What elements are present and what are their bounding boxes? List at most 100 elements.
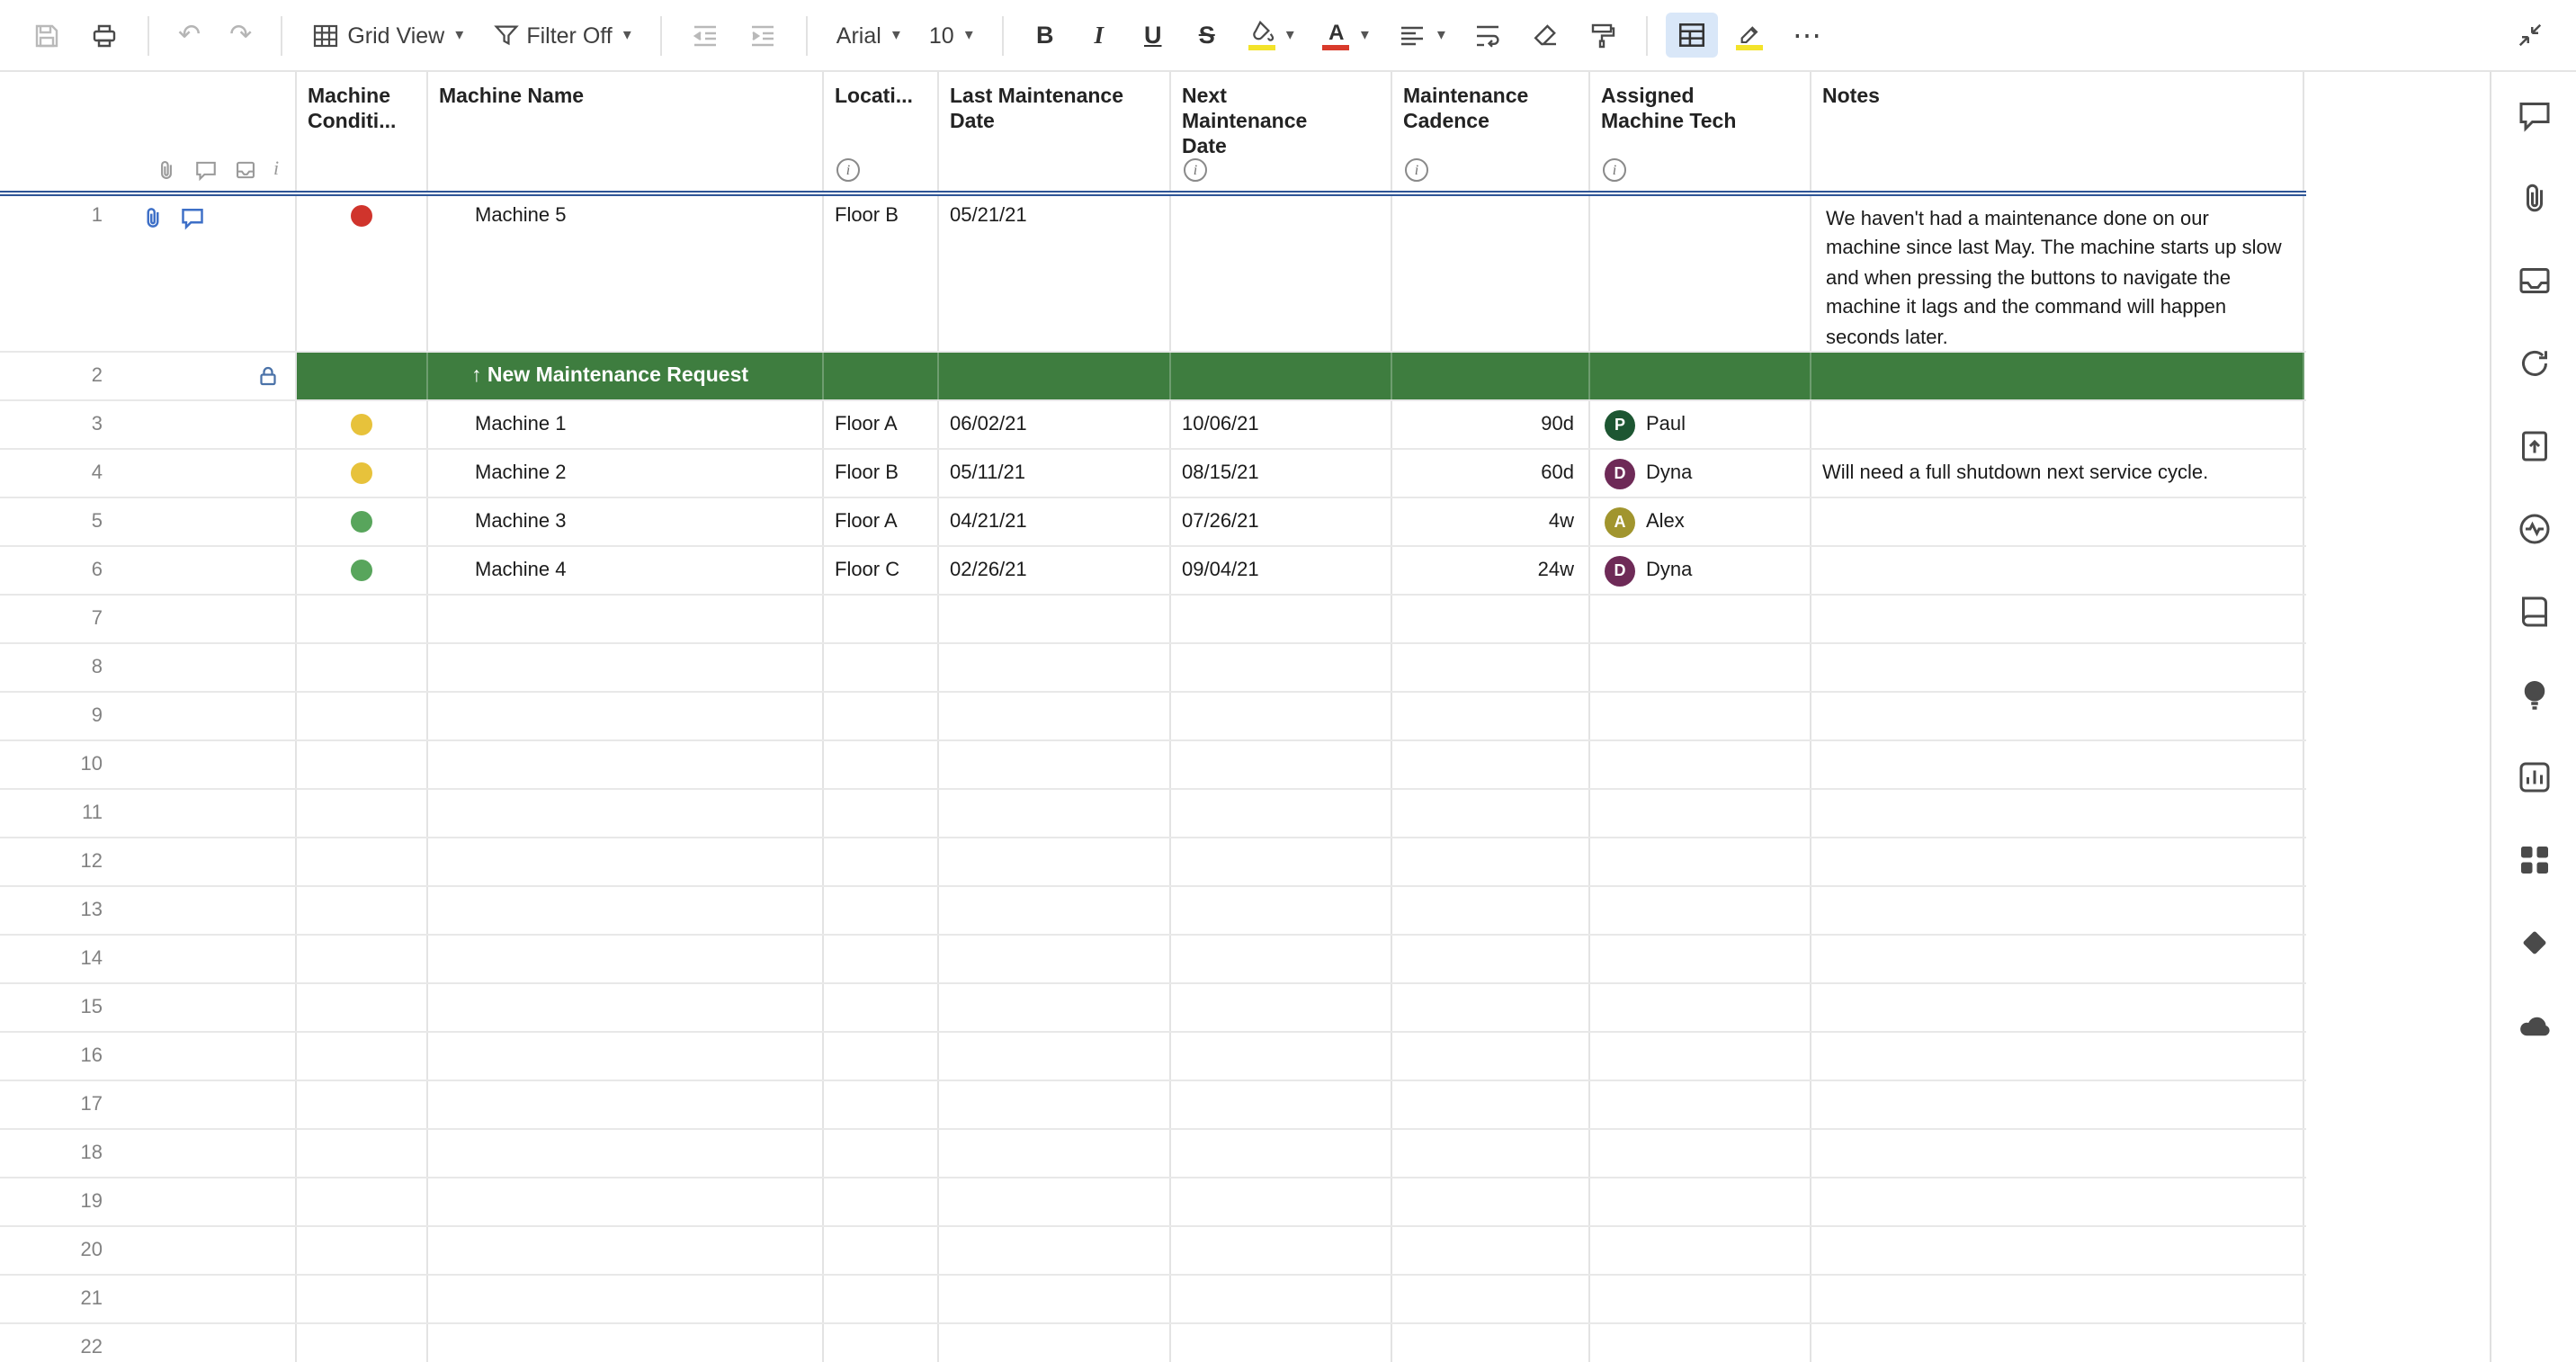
- empty-cell[interactable]: [1171, 644, 1392, 691]
- empty-cell[interactable]: [297, 1033, 428, 1080]
- empty-grid-row[interactable]: 13: [0, 887, 2306, 936]
- empty-cell[interactable]: [1811, 1130, 2304, 1177]
- empty-grid-row[interactable]: 16: [0, 1033, 2306, 1081]
- cell-machine-condition[interactable]: [297, 547, 428, 594]
- empty-cell[interactable]: [297, 887, 428, 934]
- empty-cell[interactable]: [428, 984, 824, 1031]
- underline-button[interactable]: U: [1130, 14, 1176, 56]
- empty-cell[interactable]: [824, 1324, 939, 1362]
- cell-notes[interactable]: We haven't had a maintenance done on our…: [1811, 196, 2304, 351]
- sheet-summary-button[interactable]: [2516, 594, 2552, 630]
- empty-cell[interactable]: [824, 693, 939, 739]
- info-icon[interactable]: i: [1184, 158, 1207, 182]
- empty-cell[interactable]: [1811, 838, 2304, 885]
- info-icon[interactable]: i: [1405, 158, 1428, 182]
- empty-cell[interactable]: [1171, 790, 1392, 837]
- empty-grid-row[interactable]: 8: [0, 644, 2306, 693]
- empty-cell[interactable]: [1811, 693, 2304, 739]
- empty-cell[interactable]: [1392, 838, 1590, 885]
- empty-cell[interactable]: [428, 1081, 824, 1128]
- grid-row-3[interactable]: 3 Machine 1 Floor A 06/02/21 10/06/21 90…: [0, 401, 2306, 450]
- column-header-maintenance-cadence[interactable]: Maintenance Cadence i: [1392, 72, 1590, 191]
- cell-notes[interactable]: [1811, 401, 2304, 448]
- empty-cell[interactable]: [1590, 1276, 1811, 1322]
- outdent-button[interactable]: [680, 13, 730, 57]
- grid-row-4[interactable]: 4 Machine 2 Floor B 05/11/21 08/15/21 60…: [0, 450, 2306, 498]
- empty-cell[interactable]: [824, 644, 939, 691]
- cell-last-maintenance-date[interactable]: 04/21/21: [939, 498, 1171, 545]
- empty-cell[interactable]: [1811, 1276, 2304, 1322]
- empty-cell[interactable]: [297, 936, 428, 982]
- column-header-notes[interactable]: Notes: [1811, 72, 2304, 191]
- save-button[interactable]: [22, 13, 72, 57]
- empty-cell[interactable]: [1171, 1081, 1392, 1128]
- banner-cell[interactable]: [939, 353, 1171, 399]
- row-header[interactable]: 3: [0, 401, 297, 448]
- cell-machine-condition[interactable]: [297, 498, 428, 545]
- cell-next-maintenance-date[interactable]: 07/26/21: [1171, 498, 1392, 545]
- attachments-button[interactable]: [2516, 180, 2552, 216]
- empty-grid-row[interactable]: 21: [0, 1276, 2306, 1324]
- empty-cell[interactable]: [824, 596, 939, 642]
- apps-button[interactable]: [2516, 842, 2552, 878]
- empty-grid-row[interactable]: 12: [0, 838, 2306, 887]
- empty-cell[interactable]: [939, 790, 1171, 837]
- row-header[interactable]: 4: [0, 450, 297, 497]
- row-header[interactable]: 22: [0, 1324, 297, 1362]
- empty-cell[interactable]: [1811, 1033, 2304, 1080]
- empty-cell[interactable]: [939, 1081, 1171, 1128]
- cell-assigned-tech[interactable]: D Dyna: [1590, 547, 1811, 594]
- column-header-next-maintenance-date[interactable]: Next Maintenance Date i: [1171, 72, 1392, 191]
- info-icon[interactable]: i: [1603, 158, 1626, 182]
- empty-cell[interactable]: [939, 644, 1171, 691]
- empty-cell[interactable]: [297, 1178, 428, 1225]
- empty-grid-row[interactable]: 18: [0, 1130, 2306, 1178]
- cell-location[interactable]: Floor C: [824, 547, 939, 594]
- empty-cell[interactable]: [1392, 1178, 1590, 1225]
- cell-location[interactable]: Floor A: [824, 498, 939, 545]
- row-header[interactable]: 14: [0, 936, 297, 982]
- cell-last-maintenance-date[interactable]: 06/02/21: [939, 401, 1171, 448]
- empty-cell[interactable]: [428, 887, 824, 934]
- card-format-toggle-button[interactable]: [1667, 13, 1719, 58]
- empty-cell[interactable]: [1590, 984, 1811, 1031]
- empty-cell[interactable]: [1171, 1130, 1392, 1177]
- empty-cell[interactable]: [1392, 644, 1590, 691]
- row-header[interactable]: 20: [0, 1227, 297, 1274]
- publish-button[interactable]: [2516, 428, 2552, 464]
- cell-maintenance-cadence[interactable]: 90d: [1392, 401, 1590, 448]
- empty-cell[interactable]: [939, 1324, 1171, 1362]
- empty-cell[interactable]: [824, 838, 939, 885]
- empty-cell[interactable]: [824, 790, 939, 837]
- empty-cell[interactable]: [428, 790, 824, 837]
- empty-cell[interactable]: [939, 887, 1171, 934]
- empty-cell[interactable]: [297, 1130, 428, 1177]
- conversations-button[interactable]: [2516, 97, 2552, 133]
- empty-cell[interactable]: [297, 984, 428, 1031]
- row-header[interactable]: 6: [0, 547, 297, 594]
- empty-cell[interactable]: [1392, 984, 1590, 1031]
- empty-cell[interactable]: [297, 693, 428, 739]
- cell-assigned-tech[interactable]: D Dyna: [1590, 450, 1811, 497]
- cell-notes[interactable]: Will need a full shutdown next service c…: [1811, 450, 2304, 497]
- grid-row-6[interactable]: 6 Machine 4 Floor C 02/26/21 09/04/21 24…: [0, 547, 2306, 596]
- info-icon[interactable]: i: [836, 158, 860, 182]
- empty-cell[interactable]: [1590, 1033, 1811, 1080]
- empty-cell[interactable]: [1392, 936, 1590, 982]
- insights-button[interactable]: [2516, 677, 2552, 712]
- banner-cell[interactable]: [1392, 353, 1590, 399]
- empty-cell[interactable]: [297, 741, 428, 788]
- empty-cell[interactable]: [939, 838, 1171, 885]
- empty-cell[interactable]: [297, 1276, 428, 1322]
- cell-machine-condition[interactable]: [297, 450, 428, 497]
- row-header[interactable]: 5: [0, 498, 297, 545]
- empty-grid-row[interactable]: 10: [0, 741, 2306, 790]
- bold-button[interactable]: B: [1022, 14, 1069, 56]
- align-button[interactable]: ▾: [1387, 13, 1456, 57]
- empty-cell[interactable]: [1590, 887, 1811, 934]
- empty-cell[interactable]: [428, 693, 824, 739]
- cell-maintenance-cadence[interactable]: 4w: [1392, 498, 1590, 545]
- empty-cell[interactable]: [1171, 984, 1392, 1031]
- empty-cell[interactable]: [428, 741, 824, 788]
- cell-next-maintenance-date[interactable]: 10/06/21: [1171, 401, 1392, 448]
